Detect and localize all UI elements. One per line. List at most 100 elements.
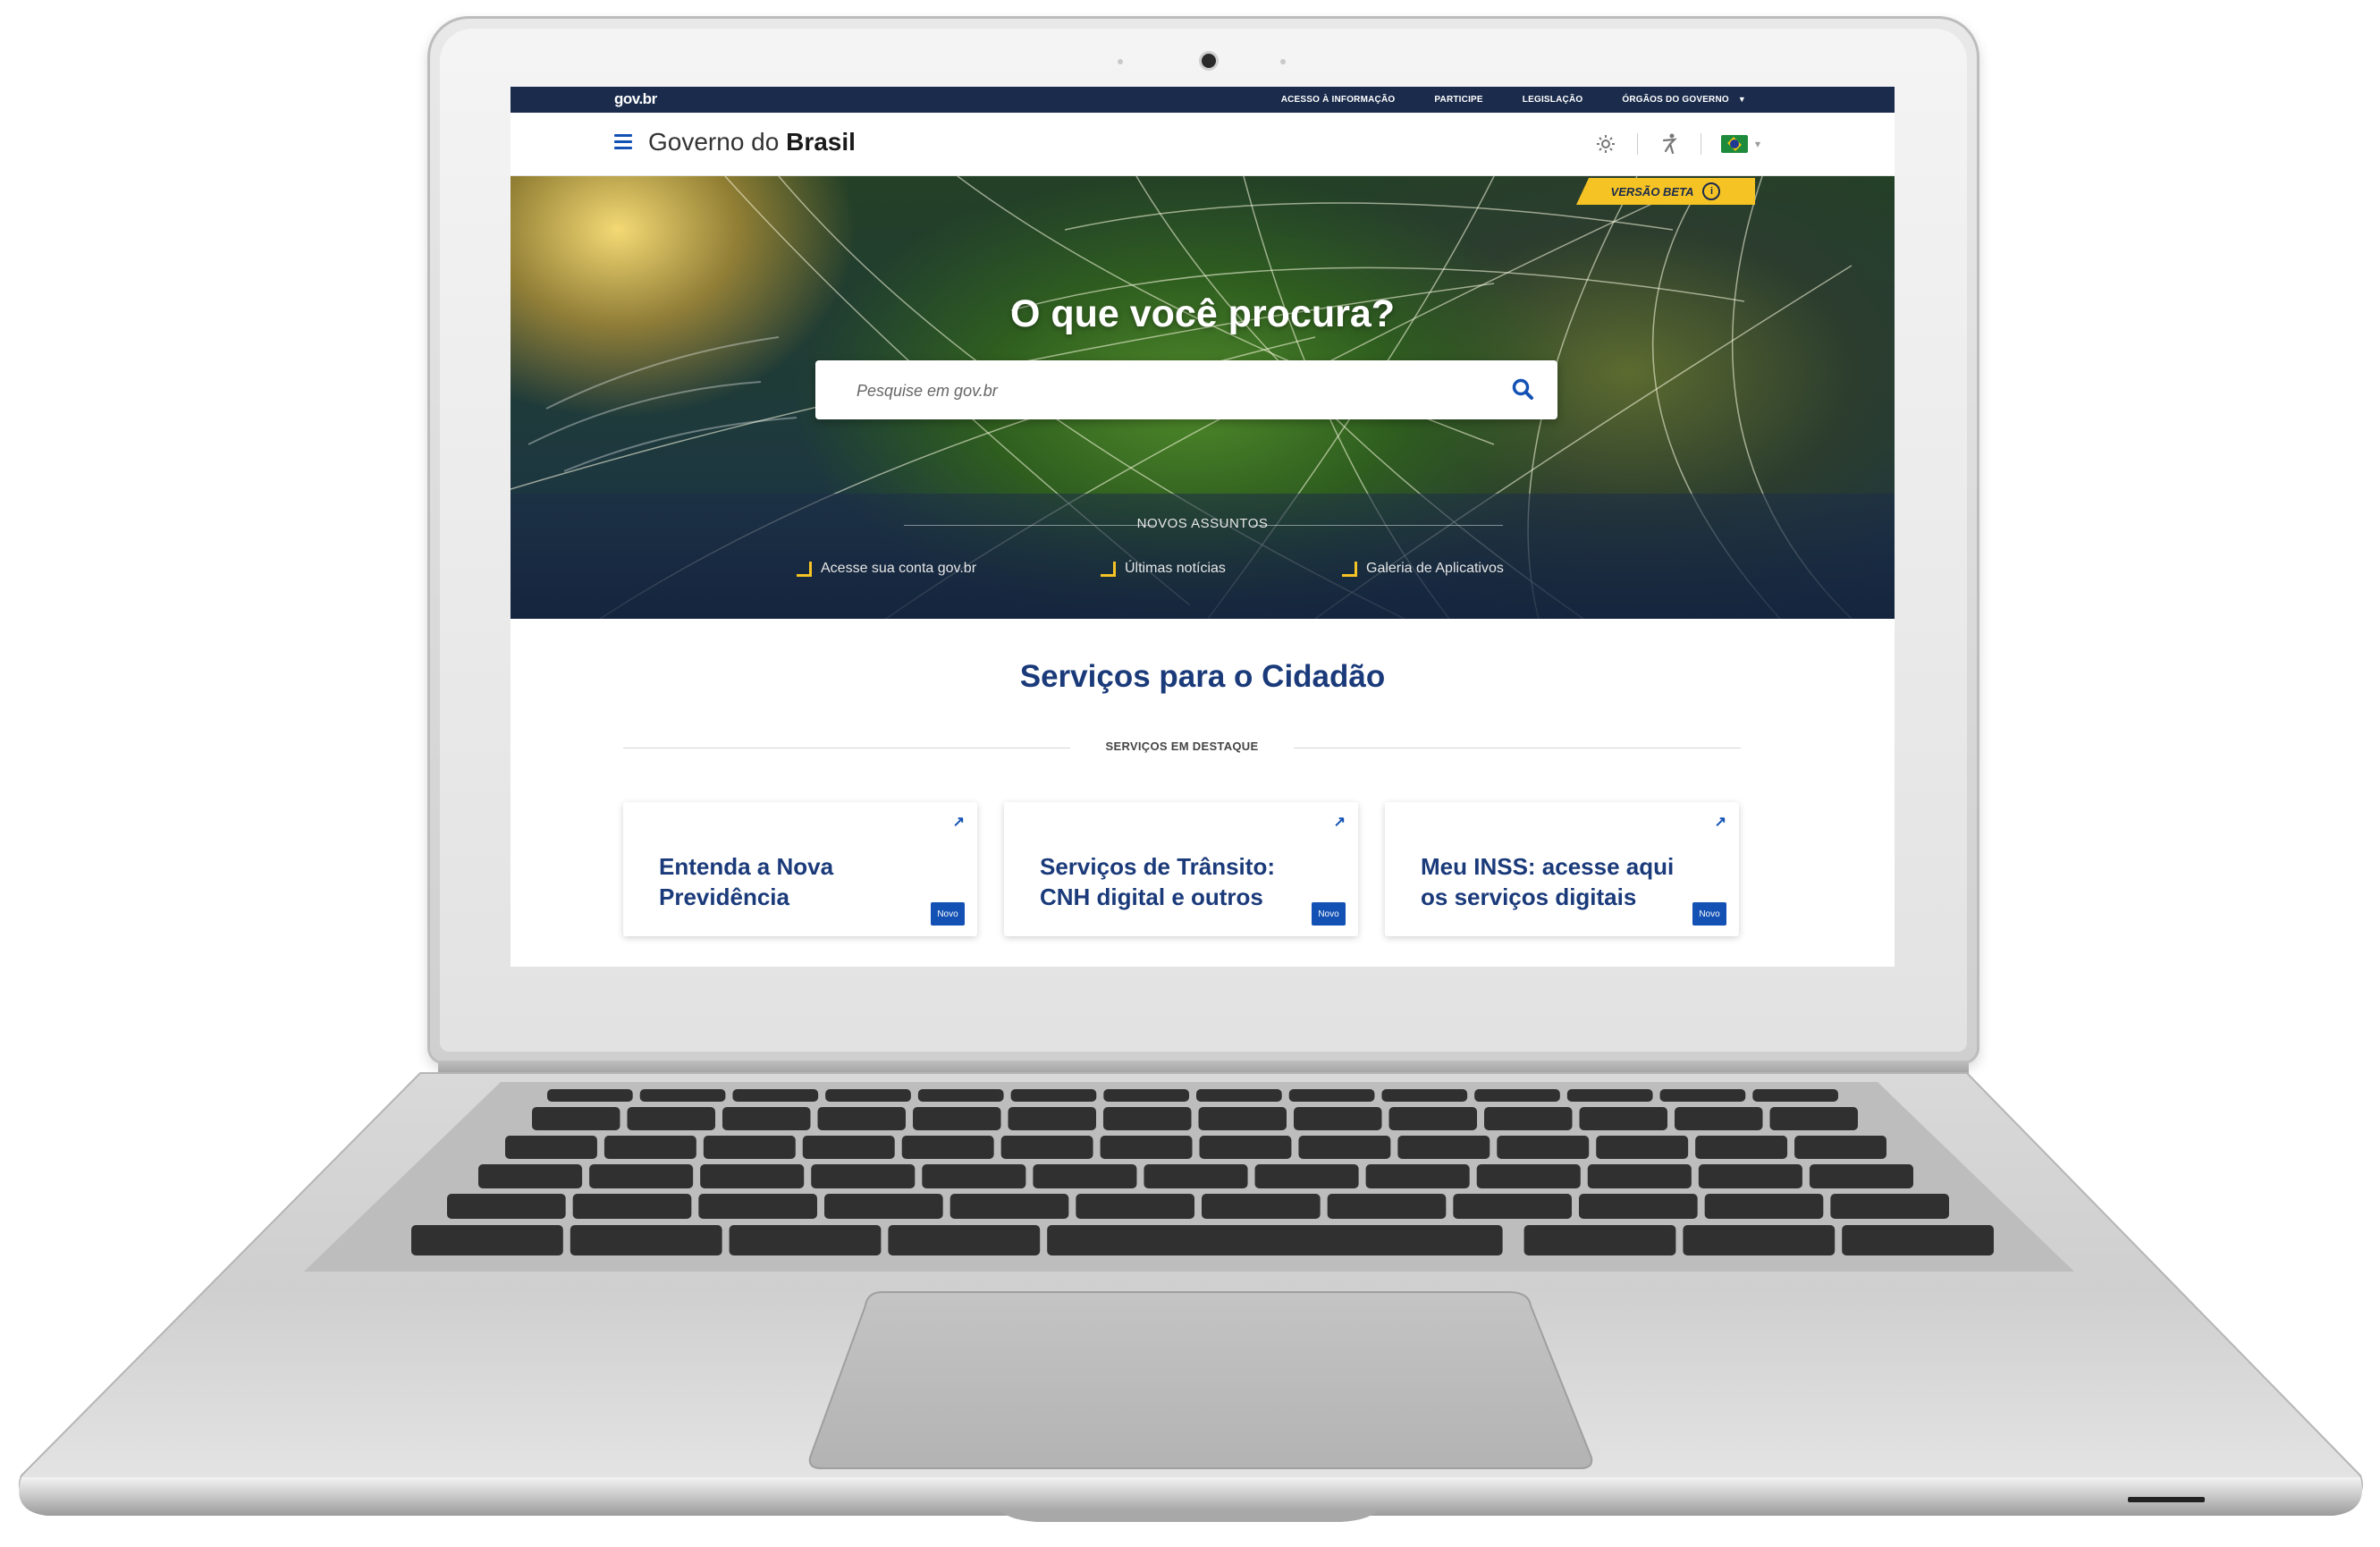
keyboard-key: [949, 1194, 1069, 1219]
keyboard-key: [1196, 1089, 1282, 1102]
link-orgaos-label: ÓRGÃOS DO GOVERNO: [1622, 95, 1729, 105]
keyboard-key: [1288, 1089, 1375, 1102]
quick-link-label: Últimas notícias: [1125, 561, 1226, 576]
keyboard-key: [824, 1194, 943, 1219]
keyboard-key: [1579, 1194, 1698, 1219]
keyboard-key: [722, 1107, 811, 1130]
external-link-icon: ↗: [1333, 815, 1346, 830]
keyboard-key: [1830, 1194, 1949, 1219]
keyboard-key: [1000, 1136, 1093, 1159]
keyboard-key: [1365, 1164, 1470, 1188]
camera-sensor: [1118, 59, 1123, 64]
corner-marker-icon: [797, 561, 812, 577]
laptop-base: [19, 1072, 2363, 1522]
site-title-bold: Brasil: [786, 128, 856, 156]
link-legislacao[interactable]: LEGISLAÇÃO: [1523, 95, 1583, 105]
quick-links: Acesse sua conta gov.br Últimas notícias…: [511, 561, 1895, 582]
beta-badge[interactable]: VERSÃO BETA i: [1576, 178, 1755, 205]
site-title[interactable]: Governo do Brasil: [648, 128, 856, 156]
chevron-down-icon[interactable]: ▾: [1755, 138, 1760, 150]
services-subtitle-row: SERVIÇOS EM DESTAQUE: [623, 740, 1741, 756]
keyboard-key: [1254, 1164, 1359, 1188]
service-card[interactable]: ↗ Meu INSS: acesse aqui os serviços digi…: [1385, 802, 1739, 936]
keyboard-key: [1294, 1107, 1382, 1130]
keyboard-key: [1076, 1194, 1194, 1219]
top-bar: gov.br ACESSO À INFORMAÇÃO PARTICIPE LEG…: [511, 87, 1895, 113]
keyboard-key: [1199, 1136, 1292, 1159]
service-card[interactable]: ↗ Entenda a Nova Previdência Novo: [623, 802, 977, 936]
chevron-down-icon: ▼: [1737, 95, 1746, 104]
link-acesso-informacao[interactable]: ACESSO À INFORMAÇÃO: [1281, 95, 1396, 105]
keyboard-key: [901, 1136, 994, 1159]
corner-marker-icon: [1101, 561, 1116, 577]
keyboard-key: [1809, 1164, 1913, 1188]
contrast-icon[interactable]: [1594, 132, 1617, 156]
keyboard-key: [1033, 1164, 1137, 1188]
govbr-logo[interactable]: gov.br: [614, 90, 657, 108]
hero-banner: VERSÃO BETA i O que você procura? NOVOS …: [511, 176, 1895, 619]
service-card-title: Meu INSS: acesse aqui os serviços digita…: [1421, 853, 1675, 910]
link-participe[interactable]: PARTICIPE: [1434, 95, 1482, 105]
keyboard-key: [1476, 1164, 1581, 1188]
keyboard-key: [1659, 1089, 1746, 1102]
keyboard-key: [1103, 1107, 1192, 1130]
brazil-flag-icon[interactable]: [1720, 135, 1748, 153]
keyboard-key: [1752, 1089, 1838, 1102]
hamburger-menu-icon[interactable]: [614, 134, 632, 150]
keyboard-key: [1474, 1089, 1560, 1102]
keyboard-key: [802, 1136, 895, 1159]
beta-label: VERSÃO BETA: [1610, 184, 1694, 199]
external-link-icon: ↗: [1714, 815, 1726, 830]
keyboard-key: [700, 1164, 805, 1188]
keyboard-key: [627, 1107, 715, 1130]
site-title-prefix: Governo do: [648, 128, 787, 156]
keyboard-key: [1100, 1136, 1193, 1159]
divider: [1636, 133, 1638, 155]
services-subtitle: SERVIÇOS EM DESTAQUE: [1105, 740, 1259, 753]
keyboard-key: [1587, 1164, 1692, 1188]
keyboard-key: [1497, 1136, 1590, 1159]
quick-link-conta-govbr[interactable]: Acesse sua conta gov.br: [797, 561, 976, 577]
keyboard-key: [478, 1164, 583, 1188]
keyboard-key: [1698, 1164, 1802, 1188]
keyboard-key: [1523, 1225, 1676, 1255]
site-header: Governo do Brasil ▾: [511, 113, 1895, 176]
camera-sensor: [1280, 59, 1286, 64]
hero-bottom-band: [511, 494, 1895, 619]
keyboard-key: [411, 1225, 563, 1255]
quick-link-label: Acesse sua conta gov.br: [821, 561, 977, 576]
keyboard-key: [1596, 1136, 1689, 1159]
keyboard-key: [1842, 1225, 1994, 1255]
search-bar: [815, 360, 1557, 419]
header-tools: ▾: [1594, 132, 1760, 156]
hero-title: O que você procura?: [1009, 292, 1396, 335]
keyboard-key: [1381, 1089, 1468, 1102]
keyboard-key: [1202, 1194, 1321, 1219]
keyboard-key: [913, 1107, 1001, 1130]
keyboard-key: [1695, 1136, 1788, 1159]
quick-link-ultimas-noticias[interactable]: Últimas notícias: [1101, 561, 1226, 577]
keyboard-key: [917, 1089, 1004, 1102]
link-orgaos-governo[interactable]: ÓRGÃOS DO GOVERNO ▼: [1622, 95, 1746, 105]
keyboard-key: [1566, 1089, 1653, 1102]
keyboard-key: [1298, 1136, 1391, 1159]
webcam: [1202, 54, 1216, 68]
keyboard-key: [1010, 1089, 1097, 1102]
keyboard-key: [922, 1164, 1026, 1188]
keyboard-key: [572, 1194, 692, 1219]
novos-assuntos-label: NOVOS ASSUNTOS: [1136, 516, 1269, 531]
info-icon: i: [1702, 182, 1721, 200]
search-input[interactable]: [855, 376, 1484, 405]
accessibility-icon[interactable]: [1658, 132, 1681, 156]
divider: [1253, 525, 1503, 526]
service-card-title: Entenda a Nova Previdência: [659, 853, 834, 910]
keyboard-key: [1388, 1107, 1477, 1130]
keyboard-key: [1794, 1136, 1886, 1159]
quick-link-galeria-aplicativos[interactable]: Galeria de Aplicativos: [1342, 561, 1504, 577]
keyboard-key: [729, 1225, 882, 1255]
keyboard-key: [639, 1089, 726, 1102]
keyboard-key: [1103, 1089, 1189, 1102]
keyboard-key: [1453, 1194, 1572, 1219]
search-icon[interactable]: [1509, 376, 1538, 404]
service-card[interactable]: ↗ Serviços de Trânsito: CNH digital e ou…: [1004, 802, 1358, 936]
